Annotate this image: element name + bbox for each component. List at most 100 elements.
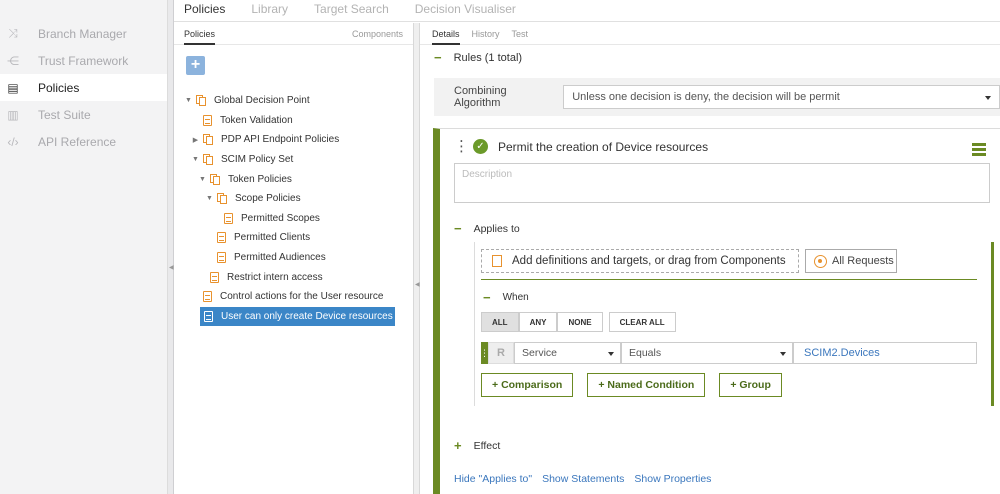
tree-node[interactable]: Restrict intern access [174, 267, 414, 287]
tree-node-label: Permitted Clients [234, 232, 311, 244]
tree-node[interactable]: Control actions for the User resource [174, 287, 414, 307]
tree-node[interactable]: ▼ SCIM Policy Set [174, 150, 414, 170]
expand-caret-icon[interactable]: ▼ [191, 156, 200, 163]
tab-library[interactable]: Library [251, 0, 288, 16]
effect-header[interactable]: + Effect [454, 438, 500, 453]
add-group-label: Group [739, 379, 771, 391]
collapse-icon[interactable]: − [434, 50, 442, 65]
rules-label: Rules (1 total) [453, 51, 523, 64]
tab-decision-visualiser[interactable]: Decision Visualiser [415, 0, 516, 16]
nav-item-branch-manager[interactable]: ⤨ Branch Manager [0, 20, 167, 47]
nav-item-label: Branch Manager [38, 26, 127, 41]
top-tabs: Policies Library Target Search Decision … [174, 0, 1000, 22]
combining-algorithm-label: Combining Algorithm [454, 85, 507, 109]
policy-set-icon [203, 154, 214, 166]
share-icon: ⋲ [7, 53, 19, 68]
expand-caret-icon[interactable]: ▼ [198, 176, 207, 183]
match-mode-buttons: ALL ANY NONE CLEAR ALL [481, 312, 676, 332]
subtab-history[interactable]: History [472, 29, 500, 39]
policy-set-icon [217, 193, 228, 205]
match-all-button[interactable]: ALL [481, 312, 519, 332]
attribute-select[interactable]: Service [514, 342, 621, 364]
add-policy-button[interactable]: + [186, 56, 205, 75]
add-named-condition-button[interactable]: + Named Condition [587, 373, 706, 397]
menu-icon[interactable] [972, 143, 986, 158]
document-icon: ▤ [7, 80, 19, 95]
drag-handle-icon[interactable]: ⋮ [454, 139, 469, 154]
tree-node[interactable]: ▼ Scope Policies [174, 189, 414, 209]
tree-node-label: User can only create Device resources [221, 310, 393, 322]
rule-header: ⋮ ✓ Permit the creation of Device resour… [454, 139, 708, 154]
tree-node-label: Scope Policies [235, 193, 301, 205]
collapse-icon[interactable]: − [454, 221, 462, 236]
add-comparison-button[interactable]: + Comparison [481, 373, 574, 397]
tree-node[interactable]: ▼ Global Decision Point [174, 91, 414, 111]
add-group-button[interactable]: + Group [719, 373, 782, 397]
tree-node-label: SCIM Policy Set [221, 154, 294, 166]
tree-node[interactable]: Token Validation [174, 111, 414, 131]
tree-node[interactable]: Permitted Scopes [174, 209, 414, 229]
grip-icon: ◀ [415, 282, 420, 288]
operator-select[interactable]: Equals [621, 342, 793, 364]
tab-policies-tree[interactable]: Policies [184, 29, 216, 45]
when-header[interactable]: − When [483, 290, 529, 305]
clear-all-button[interactable]: CLEAR ALL [608, 312, 676, 332]
detail-subtabs: Details History Test [420, 23, 1000, 45]
match-none-button[interactable]: NONE [557, 312, 603, 332]
subtab-details[interactable]: Details [432, 29, 460, 45]
nav-item-trust-framework[interactable]: ⋲ Trust Framework [0, 47, 167, 74]
shuffle-icon: ⤨ [8, 26, 18, 40]
hide-applies-to-link[interactable]: Hide "Applies to" [454, 473, 532, 485]
divider [481, 279, 977, 280]
tree-node[interactable]: ▼ Token Policies [174, 169, 414, 189]
policy-icon [217, 252, 226, 264]
policy-icon [210, 271, 219, 283]
value-field[interactable]: SCIM2.Devices [793, 342, 977, 364]
new-document-icon [492, 255, 502, 267]
applies-to-header[interactable]: − Applies to [454, 221, 520, 236]
nav-item-test-suite[interactable]: ▥ Test Suite [0, 101, 167, 128]
applies-to-box: Add definitions and targets, or drag fro… [474, 242, 994, 406]
all-requests-label: All Requests [832, 255, 894, 267]
nav-item-api-reference[interactable]: ‹/› API Reference [0, 128, 167, 155]
show-properties-link[interactable]: Show Properties [634, 473, 711, 485]
tree-node[interactable]: User can only create Device resources [200, 306, 395, 327]
tree-node-label: Permitted Scopes [241, 212, 320, 224]
combining-algorithm-row: Combining Algorithm Unless one decision … [434, 78, 1000, 116]
policy-set-icon [196, 95, 207, 107]
rule-card: ⋮ ✓ Permit the creation of Device resour… [433, 128, 1000, 494]
tab-components[interactable]: Components [352, 29, 403, 39]
add-targets-dropzone[interactable]: Add definitions and targets, or drag fro… [481, 249, 799, 273]
rules-header[interactable]: − Rules (1 total) [434, 50, 522, 65]
test-icon: ▥ [7, 107, 19, 122]
add-comparison-label: Comparison [501, 379, 563, 391]
collapse-caret-icon[interactable]: ▶ [191, 136, 200, 144]
combining-algorithm-select[interactable]: Unless one decision is deny, the decisio… [563, 85, 1000, 109]
tree-node-label: Token Policies [228, 173, 292, 185]
collapse-icon[interactable]: − [483, 290, 491, 305]
policies-panel-header: Policies Components [174, 23, 413, 45]
tree-node[interactable]: Permitted Clients [174, 228, 414, 248]
subtab-test[interactable]: Test [512, 29, 529, 39]
drag-handle-icon[interactable]: ⋮ [480, 342, 489, 364]
nav-item-label: API Reference [38, 134, 117, 149]
all-requests-button[interactable]: All Requests [805, 249, 897, 273]
tree-node[interactable]: ▶ PDP API Endpoint Policies [174, 130, 414, 150]
expand-caret-icon[interactable]: ▼ [184, 97, 193, 104]
tab-policies[interactable]: Policies [184, 0, 225, 16]
match-any-button[interactable]: ANY [518, 312, 558, 332]
tree-node[interactable]: Permitted Audiences [174, 248, 414, 268]
tab-target-search[interactable]: Target Search [314, 0, 389, 16]
show-statements-link[interactable]: Show Statements [542, 473, 624, 485]
nav-item-policies[interactable]: ▤ Policies [0, 74, 167, 101]
tree-node-label: Permitted Audiences [234, 252, 326, 264]
description-field[interactable]: Description [454, 163, 990, 203]
repository-badge[interactable]: R [488, 342, 514, 364]
tree-node-label: Restrict intern access [227, 271, 323, 283]
expand-caret-icon[interactable]: ▼ [205, 195, 214, 202]
left-nav: ⤨ Branch Manager ⋲ Trust Framework ▤ Polici… [0, 0, 168, 494]
add-named-condition-label: Named Condition [607, 379, 695, 391]
add-targets-label: Add definitions and targets, or drag fro… [512, 255, 786, 267]
rule-title[interactable]: Permit the creation of Device resources [498, 140, 708, 154]
expand-icon[interactable]: + [454, 438, 462, 453]
